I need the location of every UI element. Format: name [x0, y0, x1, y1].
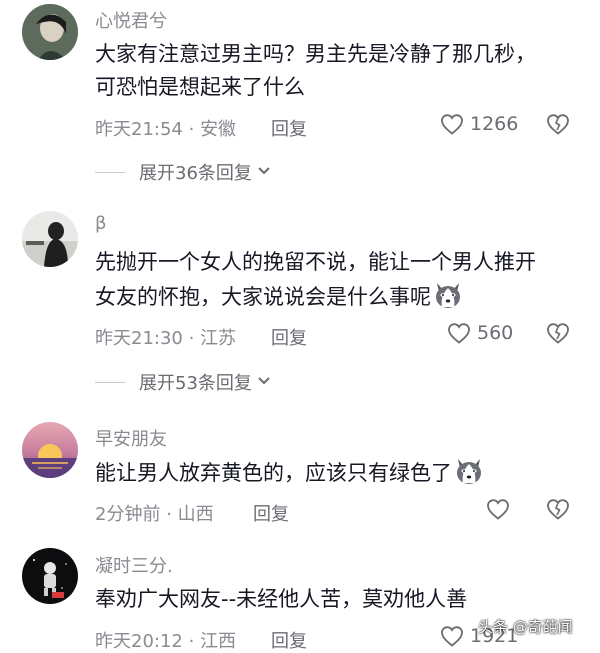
expand-divider — [95, 171, 125, 173]
comment-time: 昨天21:30 — [95, 328, 183, 349]
heart-outline-icon — [486, 498, 510, 520]
comment-username[interactable]: 凝时三分. — [95, 552, 173, 578]
comment-username[interactable]: β — [95, 213, 107, 234]
comment-text-fragment: 能让男人放弃黄色的，应该只有绿色了 — [95, 461, 452, 485]
avatar[interactable] — [22, 211, 78, 267]
comment-meta: 昨天21:30 · 江苏 — [95, 324, 236, 350]
reply-button[interactable]: 回复 — [271, 324, 307, 350]
chevron-down-icon — [256, 372, 272, 392]
comment-location: 江西 — [200, 631, 237, 652]
comment-time: 2分钟前 — [95, 504, 161, 525]
like-button[interactable]: 1266 — [440, 113, 518, 135]
comment-username[interactable]: 心悦君兮 — [95, 7, 167, 33]
expand-replies-label: 展开53条回复 — [139, 373, 252, 394]
reply-button[interactable]: 回复 — [271, 115, 307, 141]
like-button[interactable] — [486, 498, 510, 520]
avatar[interactable] — [22, 422, 78, 478]
comment-text-line: 能让男人放弃黄色的，应该只有绿色了 — [95, 456, 484, 490]
expand-divider — [95, 381, 125, 383]
broken-heart-icon — [546, 322, 570, 344]
expand-replies-label: 展开36条回复 — [139, 163, 252, 184]
like-count: 1266 — [470, 113, 519, 135]
comment-text-line: 女友的怀抱，大家说说会是什么事呢 — [95, 280, 463, 314]
comment-location: 山西 — [177, 504, 214, 525]
watermark: 头条 @奇葩闻 — [478, 618, 573, 636]
avatar[interactable] — [22, 4, 78, 60]
husky-dog-emoji — [454, 456, 484, 486]
broken-heart-icon — [546, 113, 570, 135]
reply-button[interactable]: 回复 — [253, 500, 289, 526]
comment-text-line: 先抛开一个女人的挽留不说，能让一个男人推开 — [95, 250, 536, 274]
avatar[interactable] — [22, 548, 78, 604]
comment-meta: 昨天21:54 · 安徽 — [95, 115, 236, 141]
broken-heart-icon — [546, 498, 570, 520]
meta-separator: · — [188, 631, 201, 652]
comment-text-line: 大家有注意过男主吗？男主先是冷静了那几秒， — [95, 42, 536, 66]
meta-separator: · — [188, 119, 201, 140]
comment-time: 昨天20:12 — [95, 631, 183, 652]
comment-text-line: 可恐怕是想起来了什么 — [95, 75, 305, 99]
heart-outline-icon — [440, 113, 464, 135]
comment-text-fragment: 女友的怀抱，大家说说会是什么事呢 — [95, 285, 431, 309]
comment-location: 江苏 — [200, 328, 237, 349]
heart-outline-icon — [447, 322, 471, 344]
dislike-button[interactable] — [546, 322, 570, 344]
heart-outline-icon — [440, 625, 464, 647]
comment-time: 昨天21:54 — [95, 119, 183, 140]
comment-text-line: 奉劝广大网友--未经他人苦，莫劝他人善 — [95, 587, 468, 611]
expand-replies[interactable]: 展开53条回复 — [95, 369, 272, 395]
meta-separator: · — [188, 328, 201, 349]
dislike-button[interactable] — [546, 498, 570, 520]
reply-button[interactable]: 回复 — [271, 627, 307, 653]
like-button[interactable]: 560 — [447, 322, 513, 344]
comment-location: 安徽 — [200, 119, 237, 140]
comment-username[interactable]: 早安朋友 — [95, 425, 167, 451]
comment-meta: 2分钟前 · 山西 — [95, 500, 214, 526]
chevron-down-icon — [256, 162, 272, 182]
like-count: 560 — [477, 322, 514, 344]
dislike-button[interactable] — [546, 113, 570, 135]
comment-meta: 昨天20:12 · 江西 — [95, 627, 236, 653]
husky-dog-emoji — [433, 280, 463, 310]
meta-separator: · — [166, 504, 178, 525]
expand-replies[interactable]: 展开36条回复 — [95, 159, 272, 185]
